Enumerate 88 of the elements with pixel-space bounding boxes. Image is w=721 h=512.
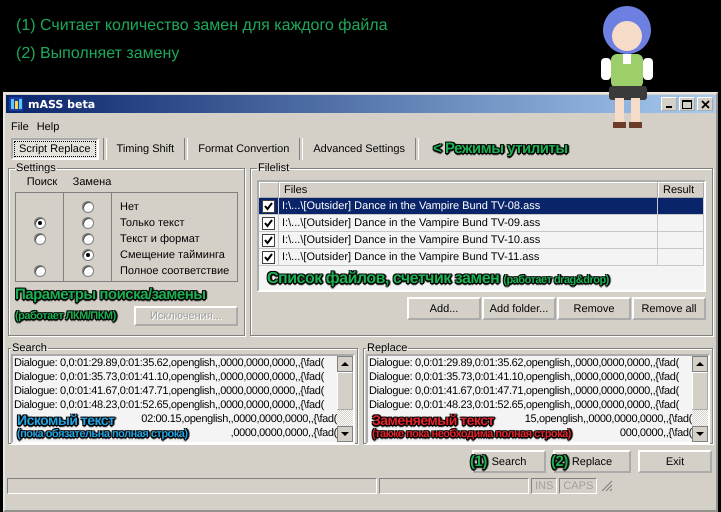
text-line: Dialogue: 0,0:01:41.67,0:01:47.71,openglish,,0000,0000,0000,,{\fad( <box>14 385 324 397</box>
scroll-thumb[interactable] <box>337 372 353 410</box>
maximize-icon <box>682 100 692 108</box>
group-label: Replace <box>366 342 408 354</box>
caption-text: (2) Выполняет замену <box>16 44 180 64</box>
checkbox[interactable] <box>262 200 275 212</box>
radio-button[interactable] <box>82 201 94 213</box>
option-label: Полное соответствие <box>120 265 230 277</box>
app-icon <box>8 96 24 112</box>
close-icon <box>700 100 710 108</box>
text-line: ,0000,0000,0000,,{\fad( <box>230 427 337 439</box>
scrollbar[interactable] <box>337 356 353 442</box>
list-button[interactable]: Add... <box>407 297 481 320</box>
action-button[interactable]: Exit <box>638 450 712 473</box>
radio-button[interactable] <box>34 217 46 229</box>
column-header[interactable]: Result <box>658 182 704 198</box>
option-label: Нет <box>120 201 139 213</box>
file-row[interactable]: I:\...\[Outsider] Dance in the Vampire Bund TV-10.ass <box>259 232 704 249</box>
text-line: 15,openglish,,0000,0000,0000,,{\fad( <box>524 413 692 425</box>
annotation-title: Параметры поиска/замены <box>15 286 207 304</box>
file-name: I:\...\[Outsider] Dance in the Vampire Bund TV-08.ass <box>282 200 540 212</box>
annotation-text: (2) <box>551 453 568 471</box>
scroll-up-button <box>692 356 708 372</box>
radio-button[interactable] <box>34 265 46 277</box>
scrollbar[interactable] <box>692 356 708 442</box>
group-label: Filelist <box>257 162 290 174</box>
annotation-note: (пока обязательна полная строка) <box>17 428 188 441</box>
text-area[interactable] <box>11 354 355 444</box>
option-label: Только текст <box>120 217 185 229</box>
scroll-down-button <box>692 426 708 442</box>
annotation-note: (работает drag&drop) <box>503 273 609 287</box>
file-row[interactable]: I:\...\[Outsider] Dance in the Vampire Bund TV-11.ass <box>259 249 704 266</box>
list-button[interactable]: Remove all <box>632 297 706 320</box>
option-label: Текст и формат <box>120 233 200 245</box>
radio-button[interactable] <box>82 217 94 229</box>
file-name: I:\...\[Outsider] Dance in the Vampire Bund TV-09.ass <box>282 217 540 229</box>
mode-tab[interactable]: Timing Shift <box>110 138 180 160</box>
radio-button[interactable] <box>82 233 94 245</box>
resize-grip-icon <box>599 478 614 492</box>
checkbox[interactable] <box>262 216 275 230</box>
scroll-track[interactable] <box>692 410 708 426</box>
annotation-title: Список файлов, счетчик замен <box>267 270 500 288</box>
column-header[interactable]: Files <box>279 182 658 198</box>
file-row[interactable]: I:\...\[Outsider] Dance in the Vampire Bund TV-09.ass <box>259 215 704 232</box>
list-button[interactable]: Remove <box>557 297 631 320</box>
caption-text: (1) Считает количество замен для каждого файла <box>16 16 389 36</box>
file-name: I:\...\[Outsider] Dance in the Vampire Bund TV-10.ass <box>282 234 540 246</box>
minimize-button[interactable] <box>661 97 677 111</box>
text-line: Dialogue: 0,0:01:41.67,0:01:47.71,openglish,,0000,0000,0000,,{\fad( <box>369 385 679 397</box>
text-line: Dialogue: 0,0:01:29.89,0:01:35.62,openglish,,0000,0000,0000,,{\fad( <box>369 357 679 369</box>
radio-button[interactable] <box>82 265 94 277</box>
annotation-text: (1) <box>470 453 487 471</box>
group-label: Search <box>11 342 48 354</box>
text-line: 000,0000,,{\fad( <box>620 427 692 439</box>
text-line: Dialogue: 0,0:01:35.73,0:01:41.10,openglish,,0000,0000,0000,,{\fad( <box>369 371 679 383</box>
annotation-note: (также пока необходима полная строка) <box>372 428 571 441</box>
maximize-button[interactable] <box>679 97 695 111</box>
scroll-up-button <box>337 356 353 372</box>
text-line: 02:00.15,openglish,,0000,0000,0000,,{\fad( <box>141 413 337 425</box>
column-header: Поиск <box>26 176 58 190</box>
scroll-track[interactable] <box>337 410 353 426</box>
group-label: Settings <box>15 162 57 174</box>
annotation-note: (работает ЛКМ/ПКМ) <box>15 309 116 323</box>
text-line: Dialogue: 0,0:01:29.89,0:01:35.62,openglish,,0000,0000,0000,,{\fad( <box>14 357 324 369</box>
close-button[interactable] <box>697 97 713 111</box>
mode-tab[interactable]: Advanced Settings <box>307 138 412 160</box>
mode-tab[interactable]: Format Convertion <box>192 138 296 160</box>
scroll-down-button <box>337 426 353 442</box>
column-header: Замена <box>72 176 112 190</box>
radio-button[interactable] <box>34 233 46 245</box>
list-button[interactable]: Add folder... <box>482 297 556 320</box>
menu-item[interactable]: File <box>11 121 29 133</box>
annotation-text: < Режимы утилиты <box>433 140 568 158</box>
option-label: Смещение тайминга <box>120 249 225 261</box>
text-line: Dialogue: 0,0:01:35.73,0:01:41.10,openglish,,0000,0000,0000,,{\fad( <box>14 371 324 383</box>
mode-tab[interactable]: Script Replace <box>11 138 99 160</box>
radio-button[interactable] <box>82 249 94 261</box>
window-title: mASS beta <box>28 98 96 110</box>
scroll-thumb[interactable] <box>692 372 708 410</box>
menu-item[interactable]: Help <box>36 121 60 133</box>
checkbox[interactable] <box>262 234 275 246</box>
file-name: I:\...\[Outsider] Dance in the Vampire Bund TV-11.ass <box>282 251 540 263</box>
text-line: Dialogue: 0,0:01:48.23,0:01:52.65,openglish,,0000,0000,0000,,{\fad( <box>14 399 324 411</box>
checkbox[interactable] <box>262 250 275 264</box>
minimize-icon <box>666 106 672 108</box>
text-area[interactable] <box>366 354 710 444</box>
text-line: Dialogue: 0,0:01:48.23,0:01:52.65,openglish,,0000,0000,0000,,{\fad( <box>369 399 679 411</box>
file-row[interactable]: I:\...\[Outsider] Dance in the Vampire Bund TV-08.ass <box>259 198 704 215</box>
